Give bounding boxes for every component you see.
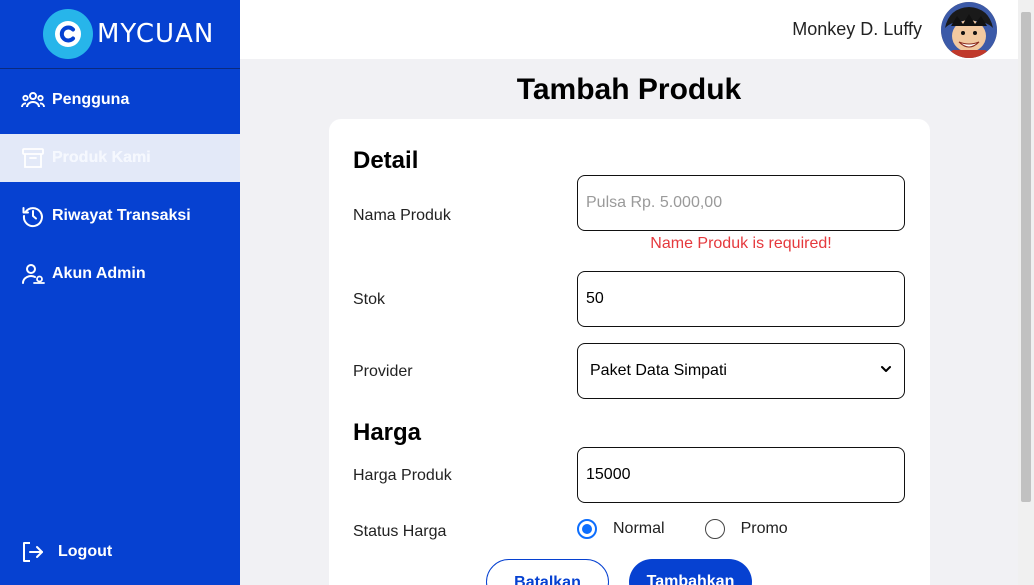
status-promo-radio[interactable] — [704, 519, 725, 539]
page-scrollbar[interactable] — [1018, 0, 1034, 585]
nama-produk-error: Name Produk is required! — [650, 235, 832, 252]
logout-icon — [20, 539, 46, 565]
sidebar-item-produk-kami[interactable]: Produk Kami — [0, 134, 240, 182]
chevron-down-icon — [880, 362, 892, 380]
harga-produk-label: Harga Produk — [353, 467, 452, 484]
stok-label: Stok — [353, 291, 386, 308]
sidebar-item-label: Akun Admin — [52, 265, 146, 282]
logout-button[interactable]: Logout — [20, 538, 112, 566]
provider-select[interactable]: Paket Data Simpati — [577, 343, 905, 399]
sidebar-item-riwayat-transaksi[interactable]: Riwayat Transaksi — [0, 192, 240, 240]
sidebar-item-akun-admin[interactable]: Akun Admin — [0, 250, 240, 298]
harga-section-title: Harga — [353, 419, 422, 446]
sidebar-item-label: Produk Kami — [52, 149, 151, 166]
provider-selected-value: Paket Data Simpati — [590, 362, 727, 379]
archive-box-icon — [20, 145, 46, 171]
stok-input[interactable] — [577, 271, 905, 327]
nama-produk-input[interactable] — [577, 175, 905, 231]
status-promo-label[interactable]: Promo — [741, 520, 788, 538]
brand-name: MYCUAN — [97, 19, 215, 49]
sidebar-nav: Pengguna Produk Kami Riwayat Transaksi A… — [0, 76, 240, 308]
sidebar-item-pengguna[interactable]: Pengguna — [0, 76, 240, 124]
status-harga-label: Status Harga — [353, 523, 447, 540]
provider-label: Provider — [353, 363, 413, 380]
status-normal-label[interactable]: Normal — [613, 520, 665, 538]
status-harga-radio-group: Normal Promo — [577, 519, 828, 539]
user-name[interactable]: Monkey D. Luffy — [792, 19, 922, 40]
sidebar-item-label: Pengguna — [52, 91, 130, 108]
avatar[interactable] — [941, 2, 997, 58]
product-form-card: Detail Nama Produk Name Produk is requir… — [329, 119, 930, 585]
sidebar-item-label: Riwayat Transaksi — [52, 207, 191, 224]
user-gear-icon — [20, 261, 46, 287]
scrollbar-thumb[interactable] — [1021, 12, 1031, 502]
harga-produk-input[interactable] — [577, 447, 905, 503]
detail-section-title: Detail — [353, 147, 419, 174]
brand[interactable]: MYCUAN — [0, 0, 240, 69]
history-icon — [20, 203, 46, 229]
nama-produk-label: Nama Produk — [353, 207, 451, 224]
page-title: Tambah Produk — [516, 73, 742, 106]
status-normal-radio[interactable] — [577, 519, 597, 539]
users-icon — [20, 87, 46, 113]
add-product-button[interactable]: Tambahkan — [629, 559, 752, 585]
logout-label: Logout — [58, 543, 113, 560]
sidebar: MYCUAN Pengguna Produk Kami Riwayat Tran… — [0, 0, 240, 585]
cancel-button[interactable]: Batalkan — [486, 559, 609, 585]
brand-logo-icon — [43, 9, 93, 59]
top-header: Monkey D. Luffy — [240, 0, 1018, 59]
